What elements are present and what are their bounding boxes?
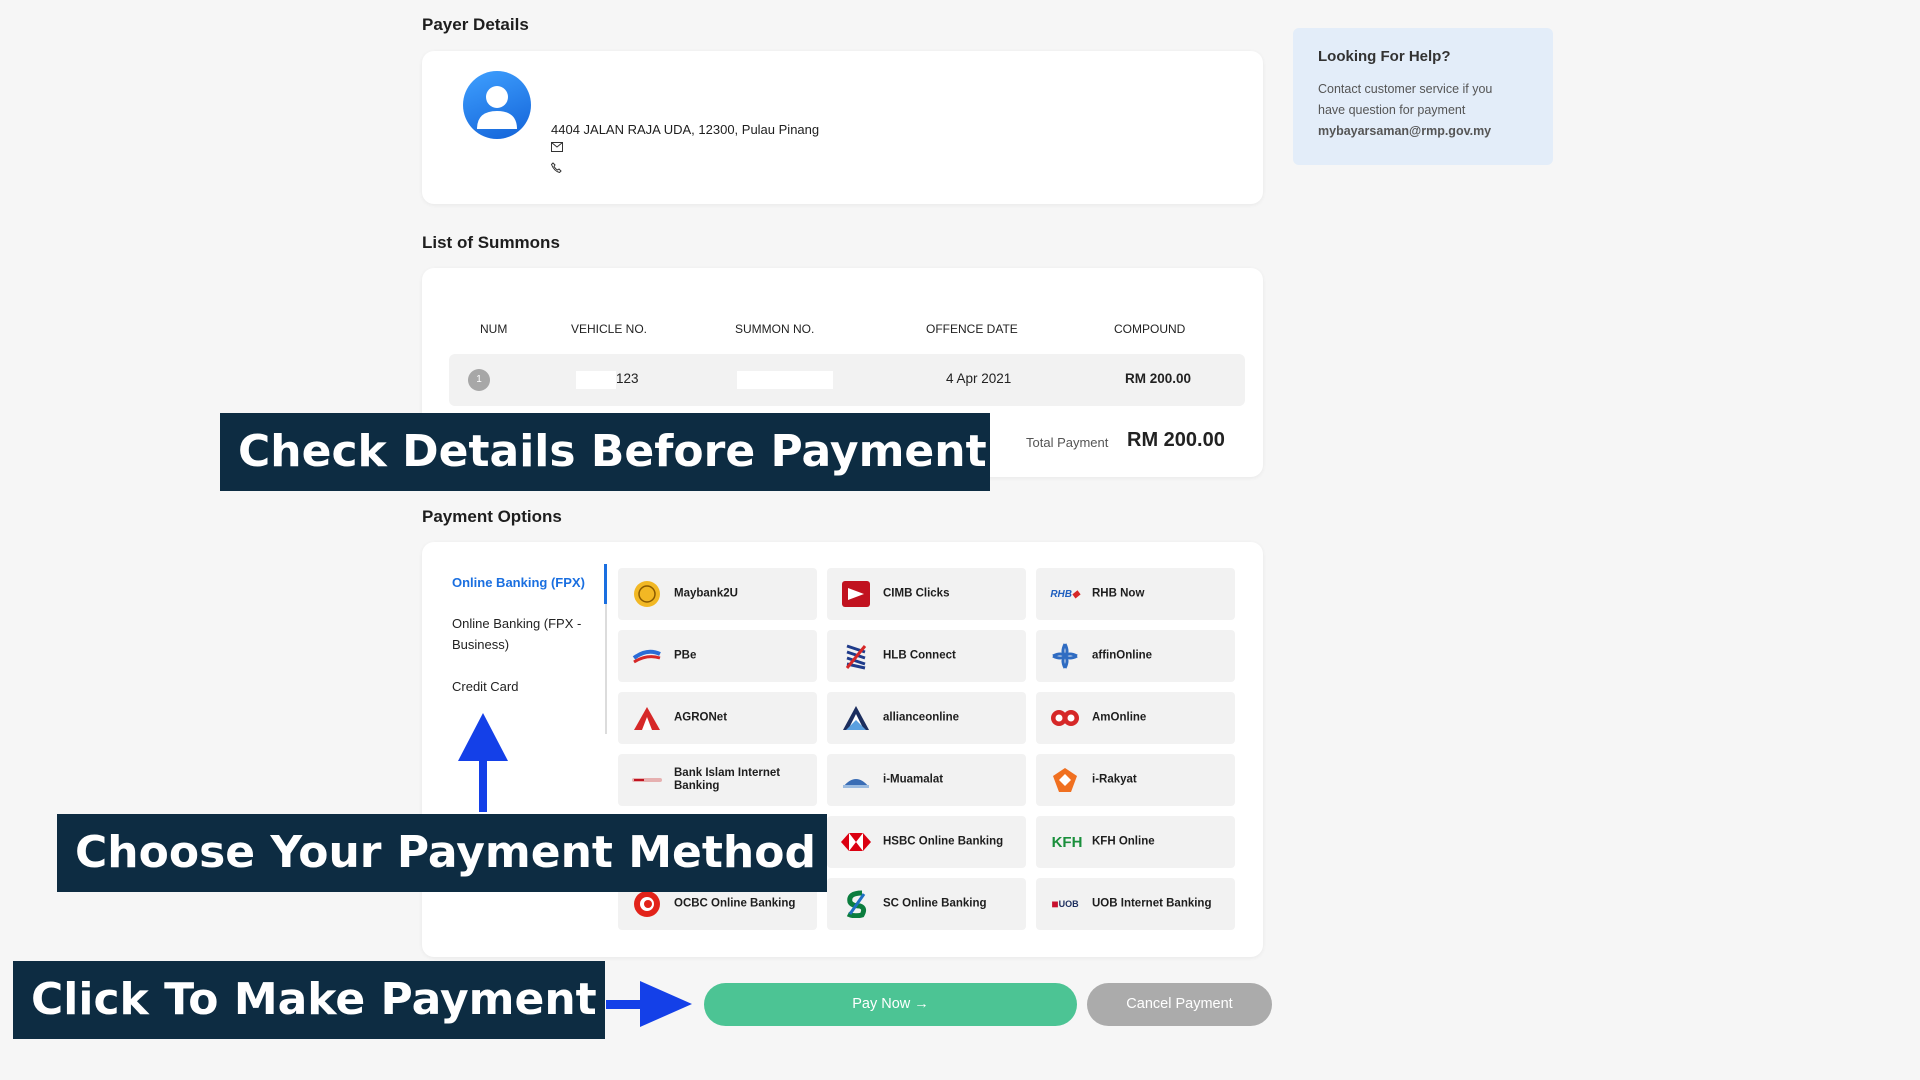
up-arrow-shaft: [479, 756, 487, 812]
hsbc-logo-icon: [841, 828, 871, 856]
bank-name: KFH Online: [1092, 835, 1155, 848]
col-header-vehicle: VEHICLE NO.: [571, 322, 648, 336]
active-tab-indicator: [604, 564, 607, 604]
table-row: 1 123 4 Apr 2021 RM 200.00: [449, 354, 1245, 406]
bank-option-allianceonline[interactable]: allianceonline: [827, 692, 1026, 744]
muamalat-logo-icon: [841, 766, 871, 794]
phone-icon: [550, 162, 562, 176]
bank-name: UOB Internet Banking: [1092, 897, 1212, 910]
total-payment-label: Total Payment: [1026, 435, 1109, 450]
vehicle-no-cell: 123: [616, 371, 639, 386]
bank-name: HSBC Online Banking: [883, 835, 1004, 848]
bank-name: Maybank2U: [674, 587, 738, 600]
bank-name: OCBC Online Banking: [674, 897, 796, 910]
up-arrow-icon: [458, 713, 508, 761]
bank-option-hsbc[interactable]: HSBC Online Banking: [827, 816, 1026, 868]
row-number-badge: 1: [468, 369, 490, 391]
affin-logo-icon: [1050, 642, 1080, 670]
bank-name: SC Online Banking: [883, 897, 987, 910]
bank-option-hlb-connect[interactable]: HLB Connect: [827, 630, 1026, 682]
payer-details-title: Payer Details: [422, 15, 529, 34]
col-header-num: NUM: [480, 322, 508, 336]
kfh-logo-icon: KFH: [1051, 833, 1083, 851]
callout-check-details: Check Details Before Payment: [220, 413, 990, 491]
cancel-payment-button[interactable]: Cancel Payment: [1087, 983, 1272, 1026]
rhb-logo-icon: RHB ◆: [1050, 588, 1080, 600]
tab-online-banking-fpx[interactable]: Online Banking (FPX): [452, 572, 602, 593]
bank-option-maybank2u[interactable]: Maybank2U: [618, 568, 817, 620]
summon-no-mask: [737, 371, 833, 389]
bank-name: RHB Now: [1092, 587, 1145, 600]
hlb-logo-icon: [841, 642, 871, 670]
callout-choose-method: Choose Your Payment Method: [57, 814, 827, 892]
bank-name: affinOnline: [1092, 649, 1153, 662]
help-email-link[interactable]: mybayarsaman@rmp.gov.my: [1318, 121, 1528, 142]
bank-option-uob[interactable]: ■ UOB UOB Internet Banking: [1036, 878, 1235, 930]
total-payment-value: RM 200.00: [1127, 429, 1225, 451]
tab-credit-card[interactable]: Credit Card: [452, 676, 602, 697]
payer-card: 4404 JALAN RAJA UDA, 12300, Pulau Pinang: [422, 51, 1263, 204]
bank-name: HLB Connect: [883, 649, 956, 662]
rakyat-logo-icon: [1050, 766, 1080, 794]
bank-option-kfh-online[interactable]: KFH KFH Online: [1036, 816, 1235, 868]
bank-option-affinonline[interactable]: affinOnline: [1036, 630, 1235, 682]
bank-option-agronet[interactable]: AGRONet: [618, 692, 817, 744]
help-box: Looking For Help? Contact customer servi…: [1293, 28, 1553, 165]
bank-name: AGRONet: [674, 711, 728, 724]
pay-now-button[interactable]: Pay Now →: [704, 983, 1077, 1026]
bank-name: i-Rakyat: [1092, 773, 1137, 786]
col-header-summon: SUMMON NO.: [735, 322, 815, 336]
col-header-date: OFFENCE DATE: [926, 322, 1018, 336]
uob-logo-icon: ■ UOB: [1051, 897, 1079, 911]
publicbank-logo-icon: [632, 642, 662, 670]
bank-option-i-rakyat[interactable]: i-Rakyat: [1036, 754, 1235, 806]
maybank-logo-icon: [632, 580, 662, 608]
offence-date-cell: 4 Apr 2021: [946, 371, 1012, 386]
col-header-compound: COMPOUND: [1114, 322, 1186, 336]
payment-options-title: Payment Options: [422, 507, 562, 526]
agro-logo-icon: [632, 704, 662, 732]
help-text-line1: Contact customer service if you: [1318, 82, 1493, 96]
bank-name: AmOnline: [1092, 711, 1147, 724]
help-title: Looking For Help?: [1318, 48, 1451, 65]
bank-name: PBe: [674, 649, 697, 662]
payment-tabs: Online Banking (FPX) Online Banking (FPX…: [452, 564, 607, 734]
right-arrow-icon: [640, 981, 692, 1027]
ambank-logo-icon: [1050, 704, 1080, 732]
bank-option-pbe[interactable]: PBe: [618, 630, 817, 682]
bank-option-bank-islam[interactable]: Bank Islam Internet Banking: [618, 754, 817, 806]
callout-click-pay: Click To Make Payment: [13, 961, 605, 1039]
cimb-logo-icon: [841, 580, 871, 608]
ocbc-logo-icon: [632, 890, 662, 918]
redaction-mask: [576, 371, 616, 389]
sc-logo-icon: [841, 890, 871, 918]
bank-option-rhb-now[interactable]: RHB ◆ RHB Now: [1036, 568, 1235, 620]
bank-option-cimb-clicks[interactable]: CIMB Clicks: [827, 568, 1026, 620]
bankislam-logo-icon: [632, 766, 662, 794]
summons-title: List of Summons: [422, 233, 560, 252]
bank-name: Bank Islam Internet Banking: [674, 767, 781, 792]
bank-name: i-Muamalat: [883, 773, 944, 786]
payer-address: 4404 JALAN RAJA UDA, 12300, Pulau Pinang: [551, 122, 820, 137]
compound-cell: RM 200.00: [1125, 371, 1192, 386]
bank-option-sc[interactable]: SC Online Banking: [827, 878, 1026, 930]
alliance-logo-icon: [841, 704, 871, 732]
help-text-line2: have question for payment: [1318, 103, 1466, 117]
bank-name: CIMB Clicks: [883, 587, 950, 600]
tab-online-banking-fpx-business[interactable]: Online Banking (FPX - Business): [452, 613, 602, 655]
bank-name: allianceonline: [883, 711, 960, 724]
mail-icon: [551, 141, 563, 155]
bank-option-amonline[interactable]: AmOnline: [1036, 692, 1235, 744]
user-avatar-icon: [463, 71, 531, 139]
bank-option-i-muamalat[interactable]: i-Muamalat: [827, 754, 1026, 806]
payment-options-card: Online Banking (FPX) Online Banking (FPX…: [422, 542, 1263, 957]
